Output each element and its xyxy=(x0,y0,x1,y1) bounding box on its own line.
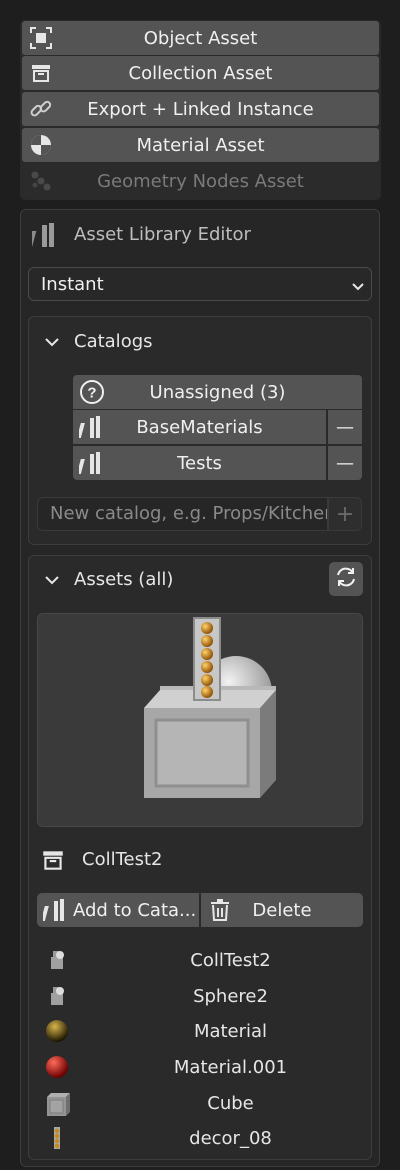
list-item[interactable]: Cube xyxy=(38,1086,363,1120)
catalog-item-label: Tests xyxy=(177,452,222,474)
selected-asset-name: CollTest2 xyxy=(82,849,163,870)
delete-label: Delete xyxy=(252,899,312,921)
asset-library-icon xyxy=(27,221,62,249)
catalog-item-basematerials[interactable]: BaseMaterials xyxy=(73,410,326,444)
refresh-icon xyxy=(334,565,358,594)
asset-name: Cube xyxy=(207,1092,254,1114)
asset-preview-render xyxy=(144,617,276,798)
library-select-value: Instant xyxy=(41,273,104,295)
asset-name: CollTest2 xyxy=(190,949,271,971)
geometry-nodes-asset-label: Geometry Nodes Asset xyxy=(97,170,304,192)
catalog-item-tests[interactable]: Tests xyxy=(73,446,326,480)
assets-header[interactable]: Assets (all) xyxy=(74,567,173,593)
asset-name: Sphere2 xyxy=(193,985,268,1007)
material-asset-label: Material Asset xyxy=(136,134,265,156)
remove-icon: — xyxy=(336,452,354,474)
add-to-catalog-label: Add to Cata... xyxy=(73,899,197,921)
asset-name: decor_08 xyxy=(189,1127,272,1149)
catalog-item-unassigned[interactable]: ? Unassigned (3) xyxy=(73,375,362,409)
svg-text:?: ? xyxy=(87,385,96,402)
list-item[interactable]: decor_08 xyxy=(38,1121,363,1155)
asset-name: Material xyxy=(193,1020,268,1042)
collection-asset-label: Collection Asset xyxy=(128,62,273,84)
object-bounds-icon xyxy=(28,26,54,50)
geometry-nodes-asset-button[interactable]: Geometry Nodes Asset xyxy=(22,164,379,198)
export-linked-instance-label: Export + Linked Instance xyxy=(87,98,314,120)
catalog-icon xyxy=(40,898,71,922)
remove-icon: — xyxy=(336,416,354,438)
catalog-item-label: BaseMaterials xyxy=(136,416,263,438)
catalog-icon xyxy=(76,415,107,439)
object-asset-button[interactable]: Object Asset xyxy=(22,21,379,55)
catalog-item-label: Unassigned (3) xyxy=(149,381,286,403)
collection-box-icon xyxy=(28,61,54,85)
assets-collapse-chevron-icon[interactable] xyxy=(42,570,62,590)
list-item[interactable]: Material xyxy=(38,1014,363,1048)
object-thumb-icon xyxy=(44,983,70,1009)
red-material-thumb-icon xyxy=(44,1054,70,1080)
library-select[interactable]: Instant xyxy=(28,267,372,301)
gold-material-thumb-icon xyxy=(44,1018,70,1044)
trash-icon xyxy=(209,898,231,922)
list-item[interactable]: Material.001 xyxy=(38,1050,363,1084)
list-item[interactable]: CollTest2 xyxy=(38,943,363,977)
geometry-nodes-icon xyxy=(28,169,54,193)
cube-thumb-icon xyxy=(44,1090,70,1116)
collection-asset-button[interactable]: Collection Asset xyxy=(22,56,379,90)
collection-thumb-icon xyxy=(44,947,70,973)
remove-catalog-basematerials-button[interactable]: — xyxy=(328,410,362,444)
asset-name: Material.001 xyxy=(173,1056,288,1078)
remove-catalog-tests-button[interactable]: — xyxy=(328,446,362,480)
material-sphere-icon xyxy=(28,133,54,157)
object-asset-label: Object Asset xyxy=(143,27,258,49)
catalogs-collapse-chevron-icon[interactable] xyxy=(42,332,62,352)
plus-icon: + xyxy=(335,501,355,527)
add-to-catalog-button[interactable]: Add to Cata... xyxy=(37,893,199,927)
link-icon xyxy=(28,97,54,121)
decor-thumb-icon xyxy=(44,1125,70,1151)
question-icon: ? xyxy=(79,379,105,405)
export-linked-instance-button[interactable]: Export + Linked Instance xyxy=(22,92,379,126)
add-catalog-button[interactable]: + xyxy=(328,497,362,531)
material-asset-button[interactable]: Material Asset xyxy=(22,128,379,162)
chevron-down-icon xyxy=(351,277,365,291)
catalogs-header[interactable]: Catalogs xyxy=(74,329,153,355)
collection-box-icon xyxy=(40,847,66,873)
delete-asset-button[interactable]: Delete xyxy=(201,893,363,927)
refresh-assets-button[interactable] xyxy=(329,562,363,596)
catalog-icon xyxy=(76,451,107,475)
new-catalog-input[interactable]: New catalog, e.g. Props/Kitchen xyxy=(37,497,328,531)
list-item[interactable]: Sphere2 xyxy=(38,979,363,1013)
editor-title: Asset Library Editor xyxy=(74,224,251,245)
asset-preview xyxy=(37,613,363,827)
